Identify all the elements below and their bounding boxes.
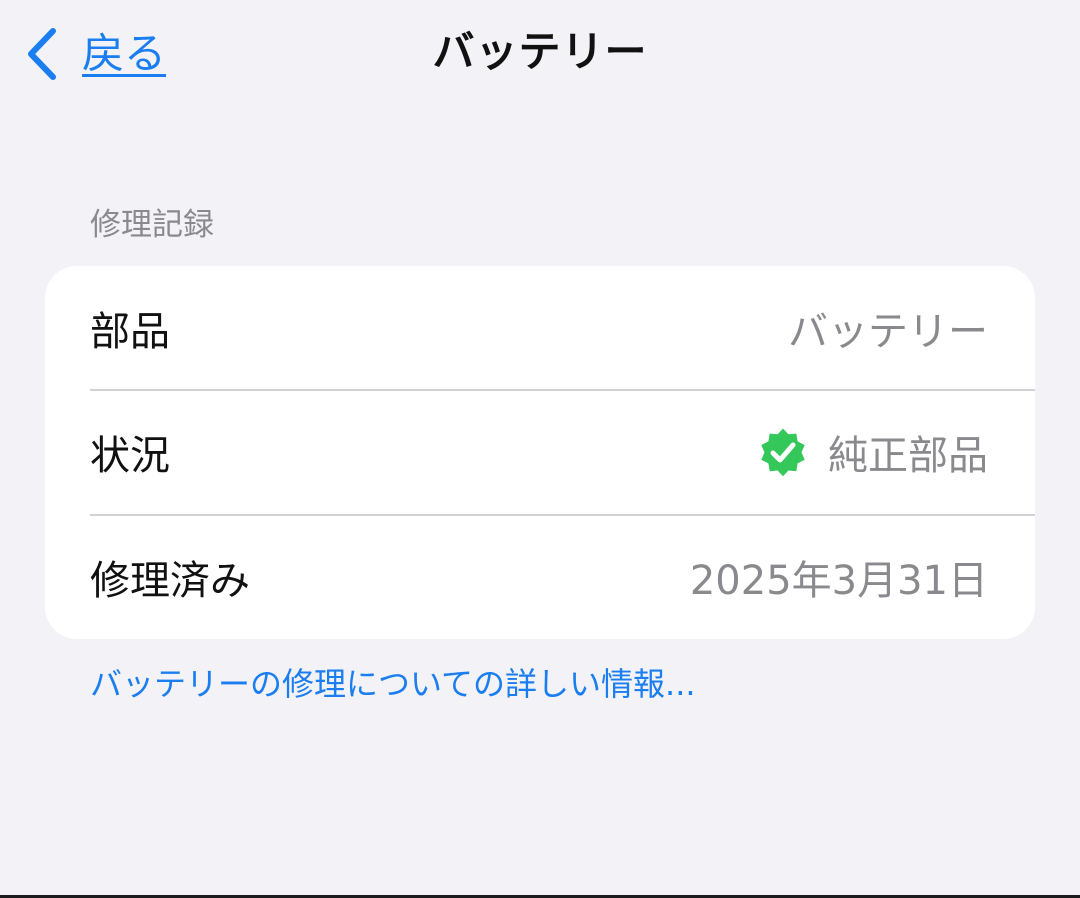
- repair-record-card: 部品 バッテリー 状況 純正部品 修理済み 2025年3月31日: [45, 266, 1035, 639]
- row-value: 2025年3月31日: [690, 515, 988, 639]
- part-value: バッテリー: [788, 309, 988, 355]
- row-label: 修理済み: [90, 558, 250, 604]
- section-header: 修理記録: [90, 207, 214, 243]
- row-value: 純正部品: [756, 390, 988, 514]
- repaired-date-value: 2025年3月31日: [689, 558, 988, 604]
- verified-badge-icon: [756, 425, 810, 479]
- row-label: 部品: [90, 309, 170, 355]
- row-part: 部品 バッテリー: [45, 266, 1035, 390]
- row-repaired-date: 修理済み 2025年3月31日: [45, 515, 1035, 639]
- battery-repair-info-link[interactable]: バッテリーの修理についての詳しい情報...: [90, 662, 696, 706]
- status-value: 純正部品: [828, 433, 988, 479]
- navigation-bar: 戻る バッテリー: [0, 0, 1080, 110]
- row-status: 状況 純正部品: [45, 390, 1035, 514]
- page-title: バッテリー: [432, 27, 648, 76]
- row-value: バッテリー: [788, 266, 988, 390]
- row-label: 状況: [90, 433, 170, 479]
